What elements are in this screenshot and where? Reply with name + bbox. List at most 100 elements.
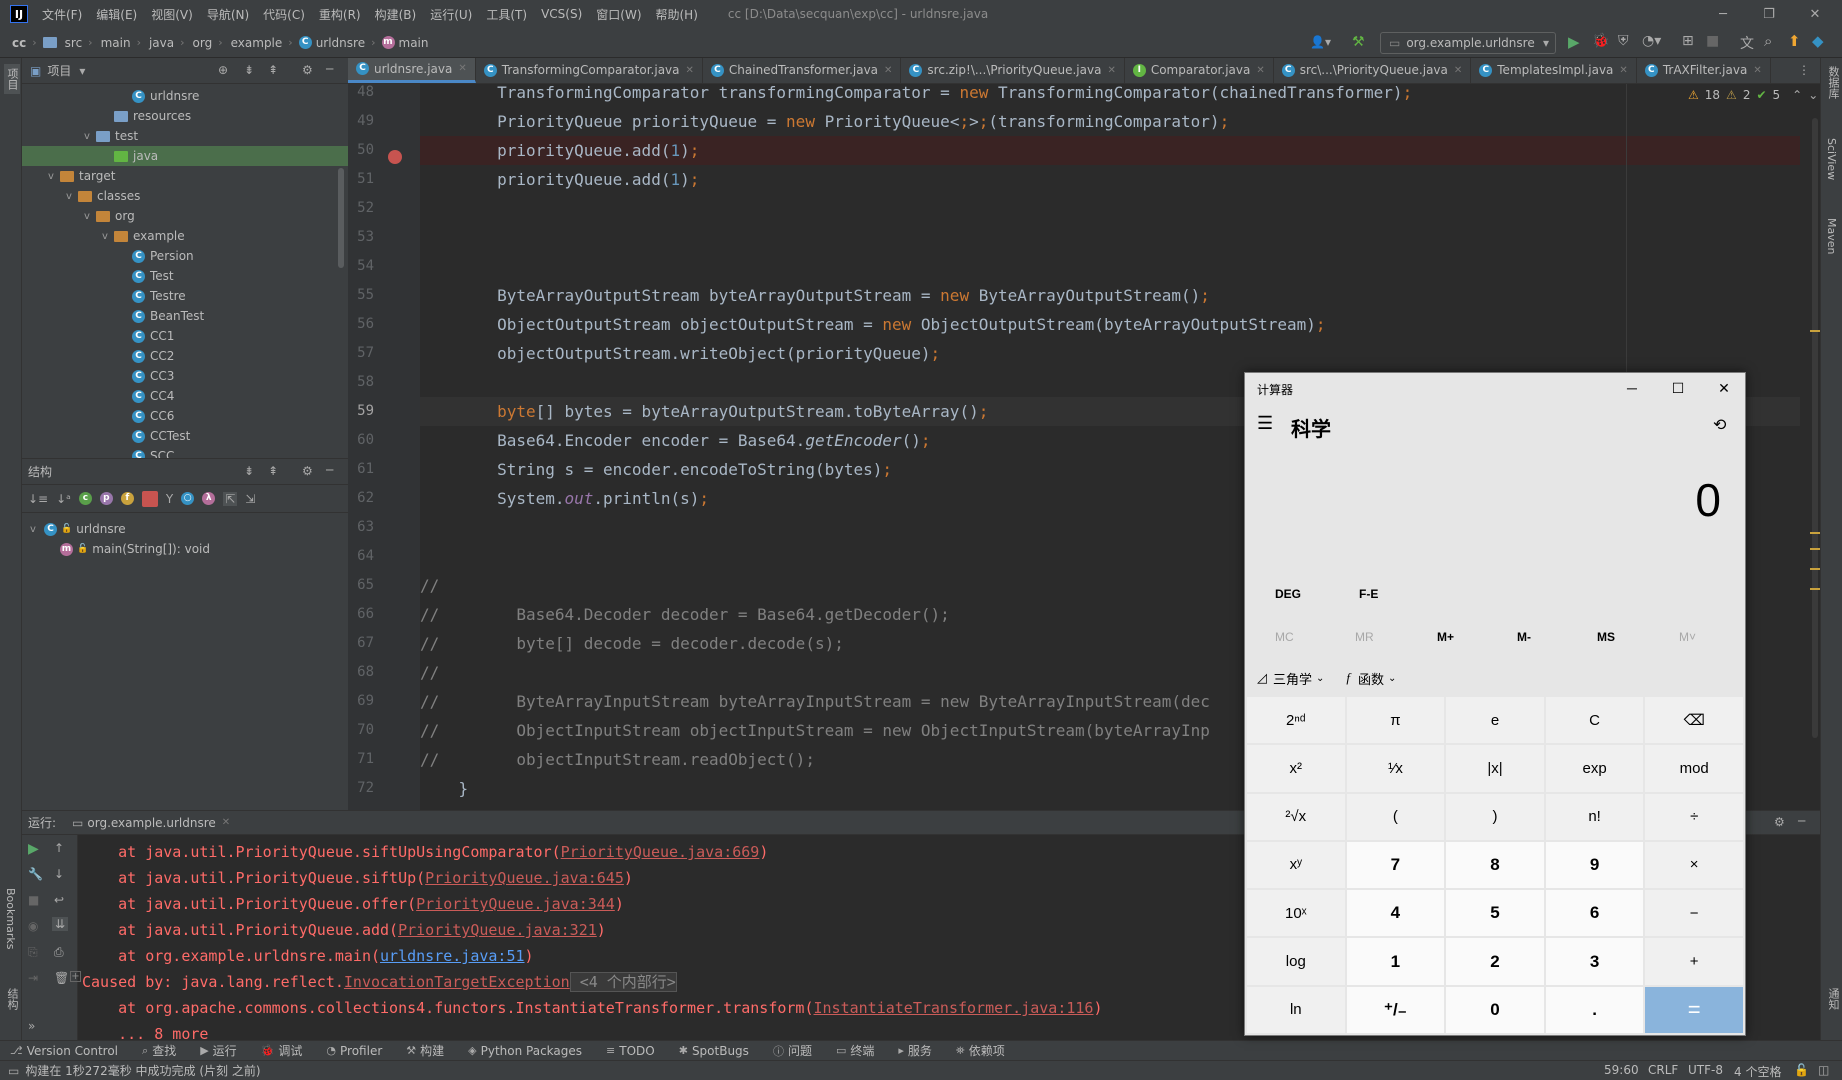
- show-lambdas-icon[interactable]: Y: [166, 492, 173, 506]
- menu-navigate[interactable]: 导航(N): [207, 6, 249, 23]
- breadcrumb-example[interactable]: example: [231, 36, 283, 50]
- soft-wrap-icon[interactable]: ↩: [54, 893, 64, 907]
- calc-ln-button[interactable]: ln: [1247, 986, 1345, 1033]
- tool-window-button[interactable]: ▭ 终端: [826, 1042, 874, 1059]
- close-window-button[interactable]: ✕: [1792, 0, 1838, 28]
- indent-setting[interactable]: 4 个空格: [1734, 1063, 1781, 1080]
- menu-vcs[interactable]: VCS(S): [541, 7, 582, 21]
- show-inherited-icon[interactable]: c: [78, 492, 92, 505]
- jetbrains-toolbox-icon[interactable]: ◆: [1812, 32, 1824, 50]
- calc-pi-button[interactable]: π: [1346, 697, 1445, 744]
- gear-icon[interactable]: ⚙: [302, 464, 313, 478]
- calc-maximize-button[interactable]: ☐: [1655, 373, 1701, 403]
- chevron-down-icon[interactable]: v: [66, 191, 78, 202]
- maven-tool-button[interactable]: Maven: [1825, 218, 1838, 254]
- deg-button[interactable]: DEG: [1275, 587, 1301, 601]
- tool-window-button[interactable]: ⌕ 查找: [132, 1042, 176, 1059]
- menu-code[interactable]: 代码(C): [263, 6, 305, 23]
- tree-item-classes[interactable]: v classes: [22, 186, 348, 206]
- profile-icon[interactable]: ◔▾: [1642, 33, 1661, 49]
- breakpoint-icon[interactable]: [388, 150, 402, 164]
- debug-icon[interactable]: 🐞: [1592, 33, 1609, 49]
- autoscroll-from-source-icon[interactable]: ⇲: [245, 492, 255, 506]
- stack-trace-link[interactable]: PriorityQueue.java:669: [561, 843, 760, 861]
- m-plus-button[interactable]: M+: [1437, 630, 1454, 644]
- ms-button[interactable]: MS: [1597, 630, 1615, 644]
- build-hammer-icon[interactable]: ⚒: [1352, 34, 1365, 50]
- tree-item-org[interactable]: v org: [22, 206, 348, 226]
- stack-trace-link[interactable]: InvocationTargetException: [344, 973, 570, 991]
- mr-button[interactable]: MR: [1355, 630, 1374, 644]
- hide-panel-icon[interactable]: ─: [1798, 814, 1805, 828]
- menu-view[interactable]: 视图(V): [151, 6, 193, 23]
- hide-panel-icon[interactable]: ─: [326, 463, 333, 477]
- editor-gutter[interactable]: 48 49 50 51 52 53 54 55 56 57 58 59 60 61 62 63 64 65 66 67…: [348, 84, 420, 810]
- memory-list-button[interactable]: M˅: [1679, 630, 1696, 644]
- database-tool-button[interactable]: 数据库: [1825, 66, 1841, 99]
- breadcrumb-class[interactable]: urldnsre: [316, 36, 365, 50]
- code-line[interactable]: ObjectOutputStream objectOutputStream = …: [420, 310, 1800, 339]
- tree-item-cc3[interactable]: C CC3: [22, 366, 348, 386]
- expand-all-icon[interactable]: ⇟: [244, 464, 254, 478]
- calc-ten-power-button[interactable]: 10ˣ: [1247, 890, 1345, 937]
- breadcrumb-java[interactable]: java: [149, 36, 174, 50]
- calc-exp-button[interactable]: exp: [1545, 745, 1644, 792]
- tree-item-resources[interactable]: resources: [22, 106, 348, 126]
- stack-trace-link[interactable]: PriorityQueue.java:645: [425, 869, 624, 887]
- calc-backspace-button[interactable]: ⌫: [1645, 697, 1743, 744]
- warning-marker[interactable]: [1810, 330, 1820, 332]
- calc-close-paren-button[interactable]: ): [1446, 793, 1544, 840]
- expand-all-icon[interactable]: ⇟: [244, 63, 254, 77]
- calc-digit-2-button[interactable]: 2: [1446, 938, 1544, 985]
- calc-multiply-button[interactable]: ×: [1645, 841, 1743, 889]
- run-tab-label[interactable]: org.example.urldnsre: [87, 816, 215, 830]
- structure-class-node[interactable]: v C 🔓 urldnsre: [22, 519, 348, 539]
- tool-window-button[interactable]: ◈ Python Packages: [458, 1044, 582, 1058]
- locate-file-icon[interactable]: ⊕: [218, 63, 228, 77]
- build-project-icon[interactable]: ⊞: [1682, 33, 1694, 49]
- code-line[interactable]: [420, 252, 1800, 281]
- show-non-public-icon[interactable]: [141, 490, 158, 507]
- calc-digit-1-button[interactable]: 1: [1346, 938, 1445, 985]
- calc-euler-button[interactable]: e: [1446, 697, 1544, 744]
- tree-item-java[interactable]: java: [22, 146, 348, 166]
- minimize-window-button[interactable]: ─: [1700, 0, 1746, 28]
- print-icon[interactable]: ⎙: [54, 945, 64, 960]
- calc-digit-6-button[interactable]: 6: [1545, 890, 1644, 937]
- up-arrow-icon[interactable]: ↑: [54, 841, 64, 855]
- show-fields-icon[interactable]: f: [120, 492, 134, 505]
- structure-method-node[interactable]: m 🔓 main(String[]): void: [22, 539, 348, 559]
- tool-window-button[interactable]: ⛯ 依赖项: [946, 1042, 1005, 1059]
- calc-equals-button[interactable]: =: [1645, 986, 1743, 1033]
- stop-icon[interactable]: ■: [28, 893, 39, 907]
- chevron-down-icon[interactable]: ▾: [79, 64, 85, 78]
- down-arrow-icon[interactable]: ↓: [54, 867, 64, 881]
- calc-add-button[interactable]: +: [1645, 938, 1743, 985]
- calc-factorial-button[interactable]: n!: [1545, 793, 1644, 840]
- calc-open-paren-button[interactable]: (: [1346, 793, 1445, 840]
- structure-tool-button[interactable]: 结构: [4, 988, 20, 1010]
- code-line[interactable]: TransformingComparator transformingCompa…: [420, 78, 1800, 107]
- breadcrumb-src[interactable]: src: [65, 36, 83, 50]
- autoscroll-to-source-icon[interactable]: ⇱: [223, 491, 238, 506]
- expand-fold-icon[interactable]: +: [70, 971, 81, 982]
- calc-divide-button[interactable]: ÷: [1645, 793, 1743, 840]
- tool-window-button[interactable]: ≡ TODO: [596, 1044, 655, 1058]
- calc-square-root-button[interactable]: ²√x: [1247, 793, 1345, 840]
- project-tool-button[interactable]: 项目: [4, 64, 20, 94]
- code-line[interactable]: objectOutputStream.writeObject(priorityQ…: [420, 339, 1800, 368]
- lock-icon[interactable]: 🔓: [1794, 1063, 1809, 1077]
- functions-button[interactable]: 函数: [1358, 669, 1384, 688]
- tool-window-button[interactable]: ◔ Profiler: [316, 1044, 382, 1058]
- camera-icon[interactable]: ◉: [28, 919, 38, 933]
- calc-power-button[interactable]: xʸ: [1247, 841, 1345, 889]
- tree-scrollbar[interactable]: [338, 168, 344, 268]
- tool-window-button[interactable]: ⚒ 构建: [396, 1042, 444, 1059]
- close-tab-icon[interactable]: ✕: [1454, 65, 1462, 76]
- stack-trace-link[interactable]: PriorityQueue.java:321: [398, 921, 597, 939]
- menu-run[interactable]: 运行(U): [430, 6, 472, 23]
- calc-clear-button[interactable]: C: [1545, 697, 1644, 744]
- menu-build[interactable]: 构建(B): [375, 6, 417, 23]
- chevron-down-icon[interactable]: v: [84, 131, 96, 142]
- tool-window-button[interactable]: ▸ 服务: [888, 1042, 932, 1059]
